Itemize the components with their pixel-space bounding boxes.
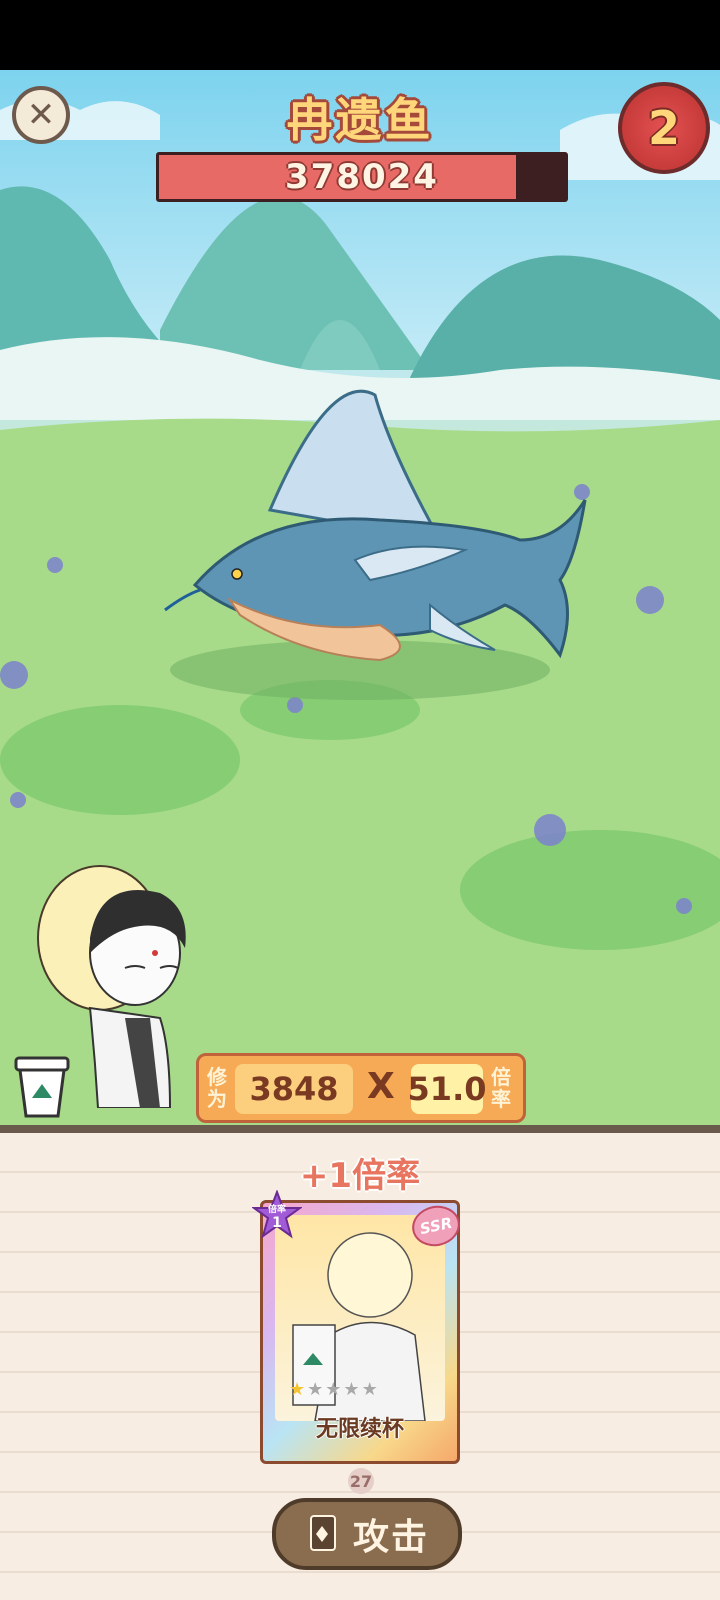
round-timer: 2 xyxy=(618,82,710,174)
rate-value: 51.0 xyxy=(408,1064,486,1114)
cup-icon xyxy=(14,1056,70,1118)
panel-divider xyxy=(0,1125,720,1133)
status-bar xyxy=(0,0,720,70)
card-star-icon: ★ xyxy=(325,1379,344,1400)
rate-label: 倍 率 xyxy=(491,1065,511,1111)
damage-stats-panel: 修 为 3848 X 51.0 倍 率 xyxy=(196,1053,526,1123)
boss-name: 冉遗鱼 xyxy=(286,93,434,147)
card-star-icon: ★ xyxy=(307,1379,326,1400)
round-timer-value: 2 xyxy=(647,101,680,155)
card-rank-label: 倍率 xyxy=(268,1203,286,1215)
cultivation-label: 修 为 xyxy=(207,1065,227,1111)
card-stars: ★★★★★ xyxy=(289,1379,380,1400)
coffee-cup-button[interactable] xyxy=(14,1054,70,1120)
attack-label: 攻击 xyxy=(352,1517,429,1558)
card-star-icon: ★ xyxy=(361,1379,380,1400)
card-star-icon: ★ xyxy=(289,1379,308,1400)
card-star-icon: ★ xyxy=(343,1379,362,1400)
card-icon xyxy=(309,1515,336,1551)
card-name: 无限续杯 xyxy=(315,1417,404,1442)
card-rank-value: 1 xyxy=(272,1215,282,1231)
card-count: 27 xyxy=(348,1468,374,1494)
multiply-sign: X xyxy=(367,1066,395,1107)
card-rank-badge: 倍率 1 xyxy=(252,1190,302,1239)
card-portrait: ★★★★★ xyxy=(275,1215,445,1422)
attack-button[interactable]: 攻击 xyxy=(272,1498,462,1570)
boss-hp-value: 378024 xyxy=(285,157,439,197)
bonus-text: +1倍率 xyxy=(299,1156,421,1196)
boss-hp-bar: 378024 xyxy=(156,152,568,202)
cultivation-value: 3848 xyxy=(235,1064,353,1114)
